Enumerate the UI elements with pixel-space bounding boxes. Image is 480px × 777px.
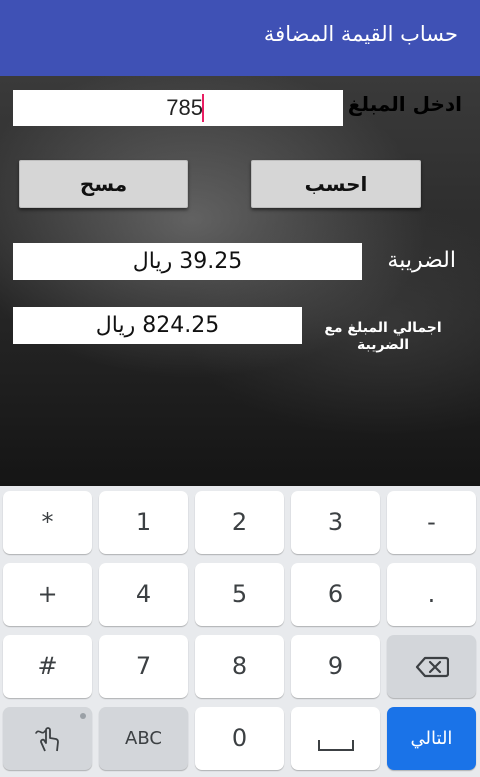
calculate-button[interactable]: احسب — [251, 160, 421, 208]
key-hash[interactable]: # — [3, 635, 92, 698]
amount-input[interactable] — [13, 90, 343, 126]
key-9[interactable]: 9 — [291, 635, 380, 698]
tax-value-field: 39.25 ريال — [13, 243, 362, 280]
handwriting-icon — [34, 726, 59, 751]
key-minus[interactable]: - — [387, 491, 476, 554]
total-label: اجمالي المبلغ مع الضريبة — [324, 320, 442, 353]
key-plus[interactable]: + — [3, 563, 92, 626]
key-5[interactable]: 5 — [195, 563, 284, 626]
key-4[interactable]: 4 — [99, 563, 188, 626]
tax-label: الضريبة — [387, 248, 456, 273]
app-title: حساب القيمة المضافة — [263, 22, 458, 46]
abc-key[interactable]: ABC — [99, 707, 188, 770]
clear-button[interactable]: مسح — [19, 160, 188, 208]
key-8[interactable]: 8 — [195, 635, 284, 698]
key-7[interactable]: 7 — [99, 635, 188, 698]
key-2[interactable]: 2 — [195, 491, 284, 554]
key-period[interactable]: . — [387, 563, 476, 626]
amount-label: ادخل المبلغ — [347, 92, 462, 116]
key-asterisk[interactable]: * — [3, 491, 92, 554]
key-1[interactable]: 1 — [99, 491, 188, 554]
key-3[interactable]: 3 — [291, 491, 380, 554]
key-6[interactable]: 6 — [291, 563, 380, 626]
space-icon — [317, 739, 354, 751]
backspace-icon — [415, 656, 449, 677]
space-key[interactable] — [291, 707, 380, 770]
handwriting-key[interactable] — [3, 707, 92, 770]
next-button[interactable]: التالي — [387, 707, 476, 770]
backspace-key[interactable] — [387, 635, 476, 698]
app-bar: حساب القيمة المضافة — [0, 0, 480, 76]
badge-dot — [80, 713, 86, 719]
main-content: ادخل المبلغ مسح احسب 39.25 ريال الضريبة … — [0, 76, 480, 486]
numeric-keyboard: * 1 2 3 - + 4 5 6 . # 7 8 9 ABC 0 التالي — [0, 486, 480, 777]
total-value-field: 824.25 ريال — [13, 307, 302, 344]
key-0[interactable]: 0 — [195, 707, 284, 770]
text-cursor — [202, 94, 204, 122]
